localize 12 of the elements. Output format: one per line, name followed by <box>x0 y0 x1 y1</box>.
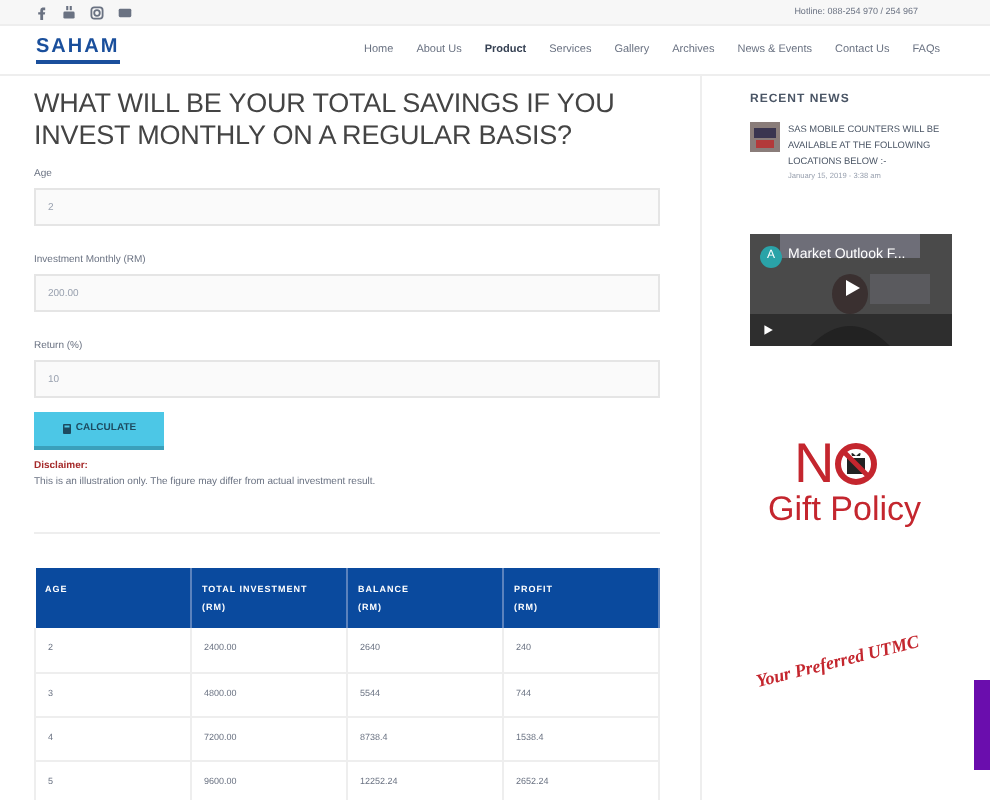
slogan-text: Your Preferred UTMC <box>753 629 923 695</box>
instagram-icon[interactable] <box>90 5 104 19</box>
facebook-icon[interactable] <box>34 5 48 19</box>
play-icon[interactable] <box>842 278 862 298</box>
news-thumbnail[interactable] <box>750 122 780 152</box>
logo[interactable]: SAHAM <box>36 37 120 63</box>
no-gift-letter: N <box>794 438 835 490</box>
gift-policy-text: Gift Policy <box>768 490 924 530</box>
page-heading: WHAT WILL BE YOUR TOTAL SAVINGS IF YOU INVEST MONTHLY ON A REGULAR BASIS? <box>34 88 617 152</box>
play-icon[interactable] <box>762 324 774 336</box>
calculator-icon <box>61 424 72 434</box>
no-gift-icon <box>834 442 879 486</box>
